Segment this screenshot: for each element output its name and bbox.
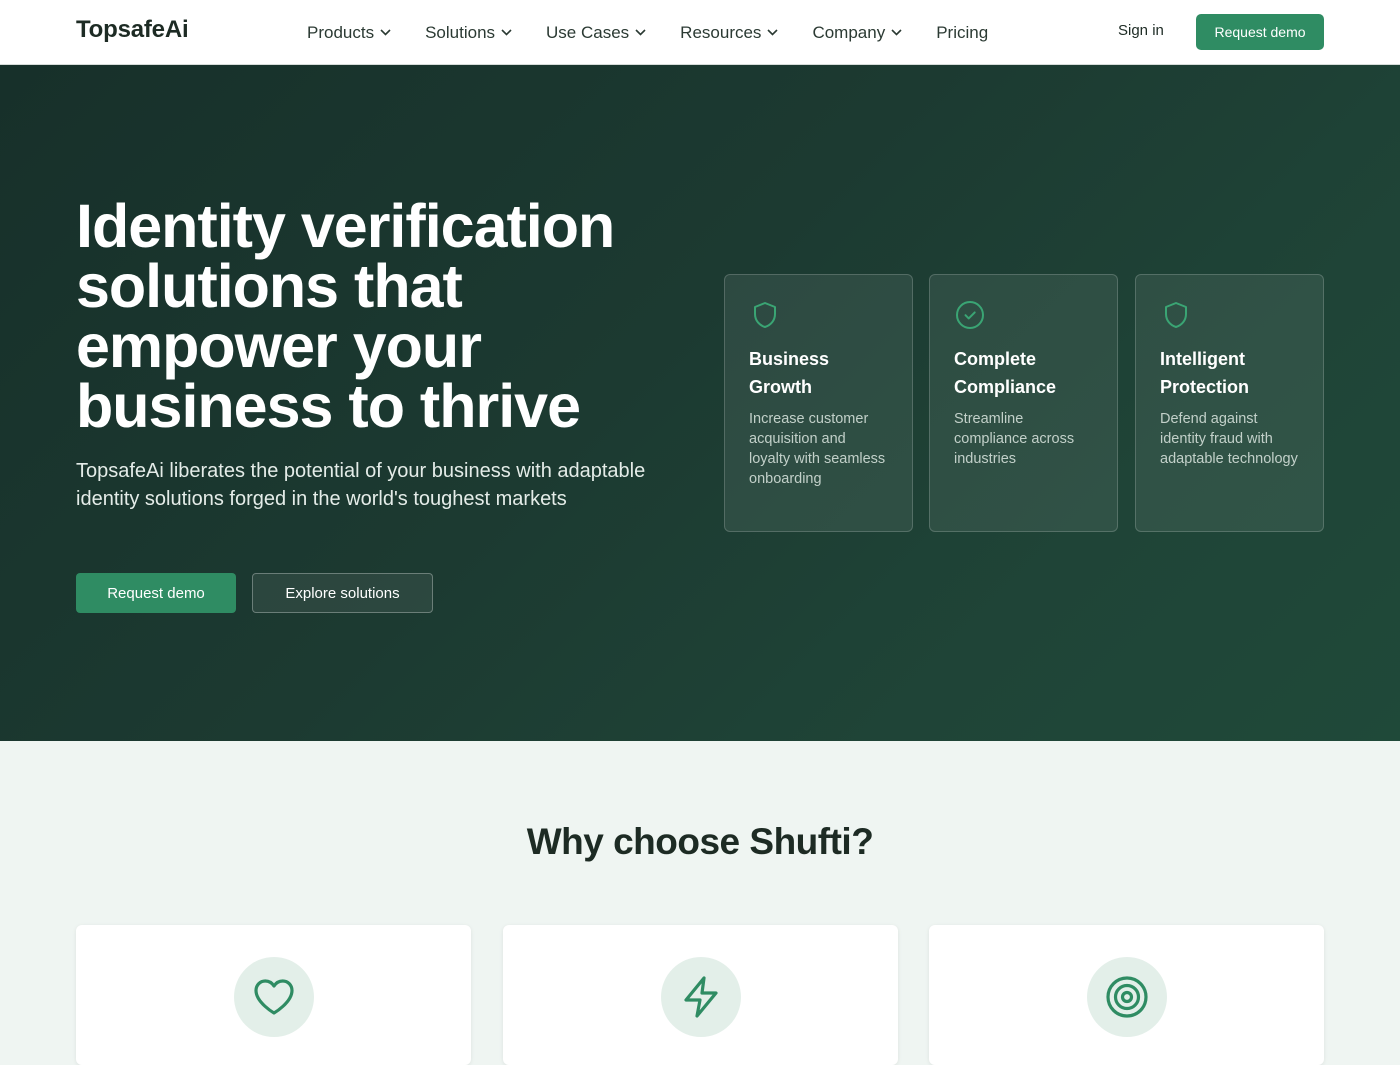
feature-card-description: Streamline compliance across industries <box>954 411 1075 467</box>
target-icon <box>1086 957 1167 1037</box>
feature-card-description: Defend against identity fraud with adapt… <box>1160 411 1298 467</box>
main-menu: Products Solutions Use Cases Resources C… <box>307 0 1022 65</box>
lightning-icon <box>660 957 741 1037</box>
section-title: Why choose Shufti? <box>526 821 874 862</box>
menu-item-label: Use Cases <box>546 22 630 42</box>
menu-item-pricing[interactable]: Pricing <box>936 23 988 43</box>
logo[interactable]: TopsafeAi <box>76 16 189 44</box>
chevron-down-icon <box>501 29 512 36</box>
request-demo-button[interactable]: Request demo <box>76 573 236 613</box>
menu-item-resources[interactable]: Resources <box>680 22 779 43</box>
top-navigation: TopsafeAi Products Solutions Use Cases R… <box>0 0 1400 65</box>
sign-in-link[interactable]: Sign in <box>1118 22 1164 39</box>
menu-item-label: Products <box>307 22 375 42</box>
menu-item-label: Pricing <box>936 22 989 42</box>
hero-title: Identity verification solutions that emp… <box>76 192 615 440</box>
why-card <box>929 925 1324 1065</box>
feature-card-title: Intelligent Protection <box>1160 349 1250 397</box>
chevron-down-icon <box>635 29 646 36</box>
menu-item-company[interactable]: Company <box>812 23 902 43</box>
shield-icon <box>1165 302 1187 328</box>
nav-request-demo-button[interactable]: Request demo <box>1196 14 1324 50</box>
shield-icon <box>754 302 776 328</box>
menu-item-solutions[interactable]: Solutions <box>425 23 512 43</box>
explore-solutions-button[interactable]: Explore solutions <box>252 573 433 613</box>
menu-item-label: Resources <box>680 22 762 42</box>
why-choose-section: Why choose Shufti? <box>0 741 1400 1065</box>
feature-card-title: Complete Compliance <box>954 349 1057 397</box>
hero-section: Identity verification solutions that emp… <box>0 65 1400 741</box>
chevron-down-icon <box>380 29 391 36</box>
why-card <box>76 925 471 1065</box>
feature-card-complete-compliance: Complete Compliance Streamline complianc… <box>929 274 1118 532</box>
chevron-down-icon <box>891 29 902 36</box>
menu-item-products[interactable]: Products <box>307 23 391 43</box>
check-circle-icon <box>956 301 984 329</box>
chevron-down-icon <box>767 29 779 36</box>
heart-icon <box>233 957 314 1037</box>
menu-item-label: Company <box>812 22 886 42</box>
feature-card-description: Increase customer acquisition and loyalt… <box>749 411 886 487</box>
feature-card-intelligent-protection: Intelligent Protection Defend against id… <box>1135 274 1324 532</box>
menu-item-use-cases[interactable]: Use Cases <box>546 23 646 43</box>
why-card <box>503 925 898 1065</box>
menu-item-label: Solutions <box>425 22 496 42</box>
hero-subtitle: TopsafeAi liberates the potential of you… <box>76 460 646 510</box>
feature-card-title: Business Growth <box>749 349 830 397</box>
feature-card-business-growth: Business Growth Increase customer acquis… <box>724 274 913 532</box>
